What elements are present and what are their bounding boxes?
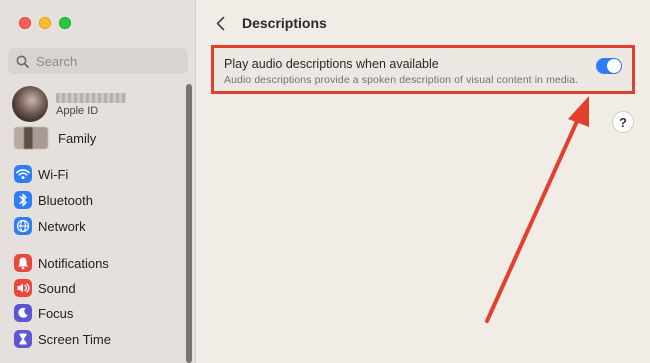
sidebar-item-notifications[interactable]: Notifications — [14, 252, 109, 274]
zoom-button[interactable] — [59, 17, 71, 29]
page-title: Descriptions — [242, 15, 327, 31]
sidebar-item-network[interactable]: Network — [14, 215, 86, 237]
sidebar-item-label: Screen Time — [38, 331, 111, 347]
search-input[interactable] — [36, 53, 176, 69]
search-field[interactable] — [8, 48, 188, 74]
apple-id-label: Apple ID — [56, 105, 99, 117]
sidebar-item-family[interactable]: Family — [14, 126, 96, 150]
redacted-user-name — [56, 93, 126, 103]
sidebar-item-wifi[interactable]: Wi-Fi — [14, 163, 68, 185]
minimize-button[interactable] — [39, 17, 51, 29]
page-header: Descriptions — [212, 12, 327, 34]
sidebar-item-label: Sound — [38, 280, 76, 296]
help-button[interactable]: ? — [612, 111, 634, 133]
sidebar-item-label: Family — [58, 130, 97, 146]
hourglass-icon — [14, 330, 32, 348]
sidebar-item-label: Bluetooth — [38, 192, 93, 208]
system-settings-window: Apple ID Family Wi-Fi — [0, 0, 650, 363]
audio-descriptions-toggle[interactable] — [596, 58, 622, 74]
toggle-knob — [607, 59, 621, 73]
globe-icon — [14, 217, 32, 235]
sidebar-scrollbar[interactable] — [186, 84, 192, 363]
setting-description: Audio descriptions provide a spoken desc… — [224, 74, 579, 86]
sidebar-item-label: Focus — [38, 305, 74, 321]
sidebar-item-label: Wi-Fi — [38, 166, 69, 182]
speaker-icon — [14, 279, 32, 297]
wifi-icon — [14, 165, 32, 183]
apple-id-profile[interactable]: Apple ID — [12, 86, 180, 122]
search-icon — [16, 55, 29, 68]
sidebar-item-bluetooth[interactable]: Bluetooth — [14, 189, 93, 211]
family-avatars — [14, 127, 48, 149]
sidebar-item-sound[interactable]: Sound — [14, 277, 76, 299]
sidebar-item-label: Network — [38, 218, 86, 234]
back-button[interactable] — [212, 13, 228, 33]
sidebar: Apple ID Family Wi-Fi — [0, 0, 196, 363]
sidebar-item-focus[interactable]: Focus — [14, 302, 73, 324]
chevron-left-icon — [216, 16, 224, 30]
moon-icon — [14, 304, 32, 322]
sidebar-item-screen-time[interactable]: Screen Time — [14, 328, 111, 350]
audio-descriptions-setting-row: Play audio descriptions when available A… — [211, 45, 635, 94]
bluetooth-icon — [14, 191, 32, 209]
sidebar-item-label: Notifications — [38, 255, 109, 271]
setting-title: Play audio descriptions when available — [224, 57, 439, 71]
avatar — [12, 86, 48, 122]
window-controls — [19, 17, 71, 29]
bell-icon — [14, 254, 32, 272]
close-button[interactable] — [19, 17, 31, 29]
